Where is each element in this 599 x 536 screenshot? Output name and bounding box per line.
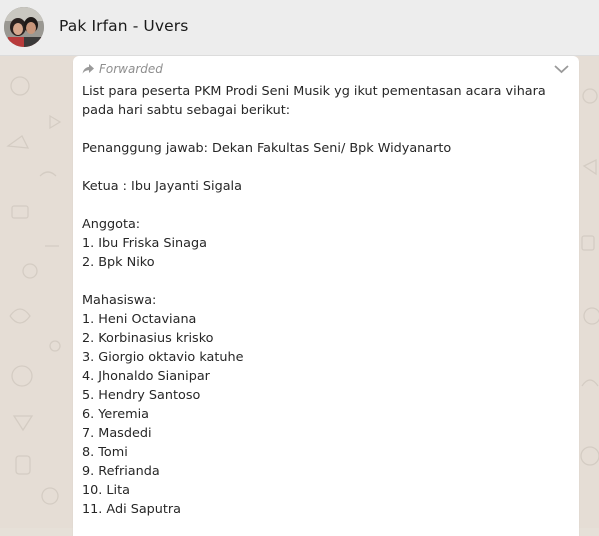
- message-line: Penanggung jawab: Dekan Fakultas Seni/ B…: [82, 141, 452, 156]
- message-line: 8. Tomi: [82, 445, 128, 460]
- message-line: 10. Lita: [82, 483, 130, 498]
- message-line: [82, 158, 574, 177]
- message-line: 7. Masdedi: [82, 426, 152, 441]
- message-line: 4. Jhonaldo Sianipar: [82, 369, 210, 384]
- message-line: 2. Korbinasius krisko: [82, 331, 214, 346]
- forwarded-indicator: Forwarded: [82, 62, 163, 76]
- message-line: 1. Heni Octaviana: [82, 312, 197, 327]
- message-line: 5. Hendry Santoso: [82, 388, 201, 403]
- message-line: 2. Bpk Niko: [82, 255, 155, 270]
- message-line: [82, 120, 574, 139]
- message-line: Mahasiswa:: [82, 293, 157, 308]
- message-line: 1. Ibu Friska Sinaga: [82, 236, 207, 251]
- message-line: List para peserta PKM Prodi Seni Musik y…: [82, 84, 546, 118]
- message-line: Anggota:: [82, 217, 141, 232]
- profile-photo-icon: [4, 7, 44, 47]
- message-line: 11. Adi Saputra: [82, 502, 182, 517]
- message-line: Ketua : Ibu Jayanti Sigala: [82, 179, 242, 194]
- chevron-down-icon[interactable]: [553, 63, 570, 75]
- avatar[interactable]: [4, 7, 44, 47]
- message-line: [82, 272, 574, 291]
- message-text: List para peserta PKM Prodi Seni Musik y…: [82, 82, 574, 519]
- forwarded-label: Forwarded: [99, 62, 163, 76]
- message-line: 3. Giorgio oktavio katuhe: [82, 350, 244, 365]
- message-line: 6. Yeremia: [82, 407, 149, 422]
- chat-title: Pak Irfan - Uvers: [59, 17, 189, 35]
- message-line: 9. Refrianda: [82, 464, 160, 479]
- chat-header: Pak Irfan - Uvers: [0, 0, 599, 56]
- message-line: [82, 196, 574, 215]
- forward-arrow-icon: [82, 64, 94, 74]
